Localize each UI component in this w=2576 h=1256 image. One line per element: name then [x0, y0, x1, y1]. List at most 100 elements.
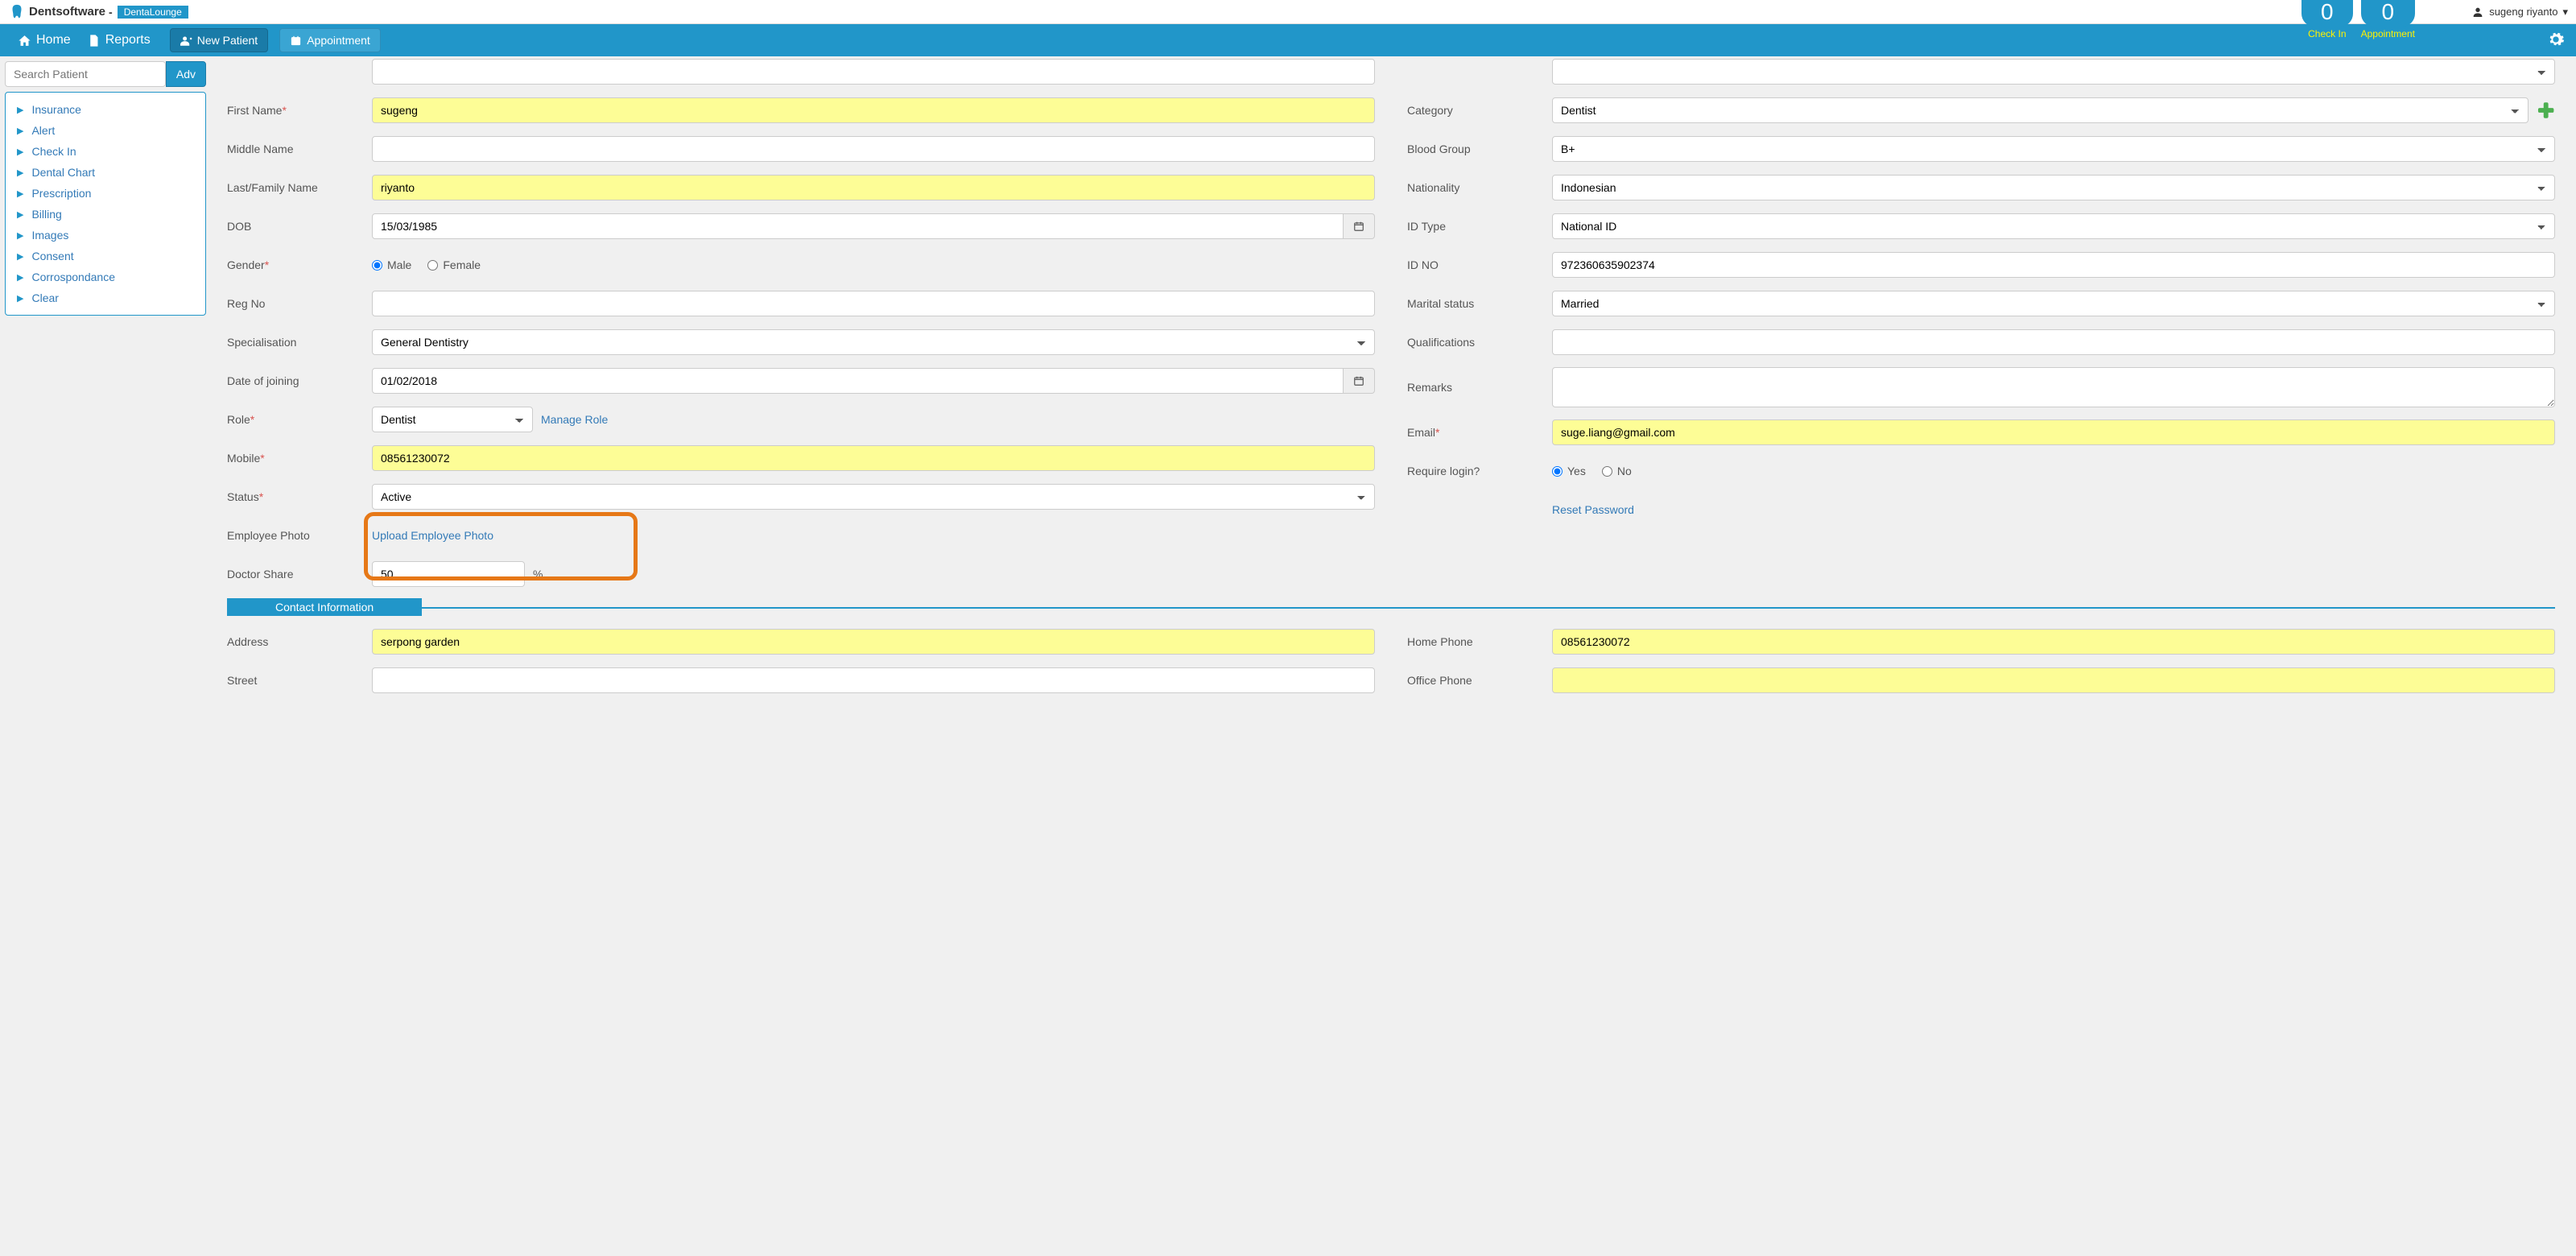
role-select[interactable]: Dentist — [372, 407, 533, 432]
idtype-label: ID Type — [1407, 220, 1552, 233]
home-icon — [18, 34, 31, 48]
appointment-count: 0 — [2361, 0, 2415, 27]
last-name-field[interactable] — [372, 175, 1375, 200]
photo-label: Employee Photo — [227, 529, 372, 542]
upload-photo-link[interactable]: Upload Employee Photo — [372, 529, 493, 542]
address-label: Address — [227, 635, 372, 648]
appointment-button[interactable]: Appointment — [279, 28, 381, 52]
nationality-label: Nationality — [1407, 181, 1552, 194]
sidebar-label: Prescription — [31, 187, 91, 200]
regno-field[interactable] — [372, 291, 1375, 316]
calendar-icon — [1353, 221, 1364, 232]
remarks-label: Remarks — [1407, 381, 1552, 394]
top-right-select[interactable] — [1552, 59, 2555, 85]
nav-home-label: Home — [36, 33, 71, 48]
sidebar-item-alert[interactable]: ▶Alert — [6, 120, 205, 141]
sidebar-item-checkin[interactable]: ▶Check In — [6, 141, 205, 162]
gender-female-radio[interactable]: Female — [427, 258, 481, 271]
search-input[interactable] — [5, 61, 166, 87]
reset-password-link[interactable]: Reset Password — [1552, 503, 1634, 516]
manage-role-link[interactable]: Manage Role — [541, 413, 608, 426]
email-field[interactable] — [1552, 419, 2555, 445]
sidebar-item-prescription[interactable]: ▶Prescription — [6, 183, 205, 204]
settings-gear[interactable] — [2547, 31, 2565, 51]
adv-search-button[interactable]: Adv — [166, 61, 206, 87]
sidebar-item-images[interactable]: ▶ Images — [6, 225, 205, 246]
top-field[interactable] — [372, 59, 1375, 85]
gender-label: Gender* — [227, 258, 372, 271]
qual-label: Qualifications — [1407, 336, 1552, 349]
sidebar-item-dental-chart[interactable]: ▶Dental Chart — [6, 162, 205, 183]
dob-calendar-button[interactable] — [1344, 213, 1375, 239]
category-select[interactable]: Dentist — [1552, 97, 2529, 123]
new-patient-button[interactable]: New Patient — [170, 28, 268, 52]
brand-dash: - — [109, 6, 113, 19]
street-field[interactable] — [372, 667, 1375, 693]
middle-name-field[interactable] — [372, 136, 1375, 162]
remarks-field[interactable] — [1552, 367, 2555, 407]
dob-field[interactable] — [372, 213, 1344, 239]
dob-label: DOB — [227, 220, 372, 233]
street-label: Street — [227, 674, 372, 687]
idno-field[interactable] — [1552, 252, 2555, 278]
sidebar-label: Clear — [31, 291, 58, 304]
sidebar-item-correspondence[interactable]: ▶Corrospondance — [6, 266, 205, 287]
address-field[interactable] — [372, 629, 1375, 655]
checkin-label: Check In — [2301, 28, 2353, 39]
last-name-label: Last/Family Name — [227, 181, 372, 194]
login-yes-radio[interactable]: Yes — [1552, 465, 1586, 477]
file-icon — [87, 34, 101, 48]
doctor-share-label: Doctor Share — [227, 568, 372, 580]
appointment-counter[interactable]: 0 Appointment — [2361, 0, 2415, 39]
specialisation-label: Specialisation — [227, 336, 372, 349]
sidebar-item-insurance[interactable]: ▶ Insurance — [6, 99, 205, 120]
checkin-counter[interactable]: 0 Check In — [2301, 0, 2353, 39]
home-phone-label: Home Phone — [1407, 635, 1552, 648]
nav-reports[interactable]: Reports — [79, 24, 159, 56]
topbar: Dentsoftware - DentaLounge sugeng riyant… — [0, 0, 2576, 24]
caret-right-icon: ▶ — [17, 251, 23, 262]
marital-select[interactable]: Married — [1552, 291, 2555, 316]
idno-label: ID NO — [1407, 258, 1552, 271]
first-name-field[interactable] — [372, 97, 1375, 123]
home-phone-field[interactable] — [1552, 629, 2555, 655]
regno-label: Reg No — [227, 297, 372, 310]
office-phone-label: Office Phone — [1407, 674, 1552, 687]
nav-home[interactable]: Home — [10, 24, 79, 56]
doj-field[interactable] — [372, 368, 1344, 394]
user-menu[interactable]: sugeng riyanto ▾ — [2471, 6, 2568, 19]
caret-right-icon: ▶ — [17, 293, 23, 304]
caret-right-icon: ▶ — [17, 272, 23, 283]
status-label: Status* — [227, 490, 372, 503]
qual-field[interactable] — [1552, 329, 2555, 355]
doj-calendar-button[interactable] — [1344, 368, 1375, 394]
sidebar-item-clear[interactable]: ▶ Clear — [6, 287, 205, 308]
idtype-select[interactable]: National ID — [1552, 213, 2555, 239]
doctor-share-field[interactable] — [372, 561, 525, 587]
caret-down-icon: ▾ — [2562, 6, 2568, 19]
middle-name-label: Middle Name — [227, 143, 372, 155]
form-left-column: First Name* Middle Name Last/Family Name… — [227, 61, 1375, 599]
add-category-icon[interactable] — [2537, 101, 2555, 120]
specialisation-select[interactable]: General Dentistry — [372, 329, 1375, 355]
gender-male-radio[interactable]: Male — [372, 258, 411, 271]
sidebar-item-billing[interactable]: ▶Billing — [6, 204, 205, 225]
sidebar-item-consent[interactable]: ▶Consent — [6, 246, 205, 266]
sidebar-label: Insurance — [31, 103, 80, 116]
login-no-radio[interactable]: No — [1602, 465, 1632, 477]
office-phone-field[interactable] — [1552, 667, 2555, 693]
counter-tabs: 0 Check In 0 Appointment — [2301, 0, 2415, 39]
sidebar-label: Images — [31, 229, 68, 242]
mobile-label: Mobile* — [227, 452, 372, 465]
checkin-count: 0 — [2301, 0, 2353, 27]
contact-section-header: Contact Information — [227, 598, 422, 616]
nationality-select[interactable]: Indonesian — [1552, 175, 2555, 200]
status-select[interactable]: Active — [372, 484, 1375, 510]
caret-right-icon: ▶ — [17, 105, 23, 115]
caret-right-icon: ▶ — [17, 230, 23, 241]
blood-select[interactable]: B+ — [1552, 136, 2555, 162]
sidebar-menu: ▶ Insurance ▶Alert ▶Check In ▶Dental Char… — [5, 92, 206, 316]
category-label: Category — [1407, 104, 1552, 117]
mobile-field[interactable] — [372, 445, 1375, 471]
user-plus-icon — [180, 35, 192, 47]
